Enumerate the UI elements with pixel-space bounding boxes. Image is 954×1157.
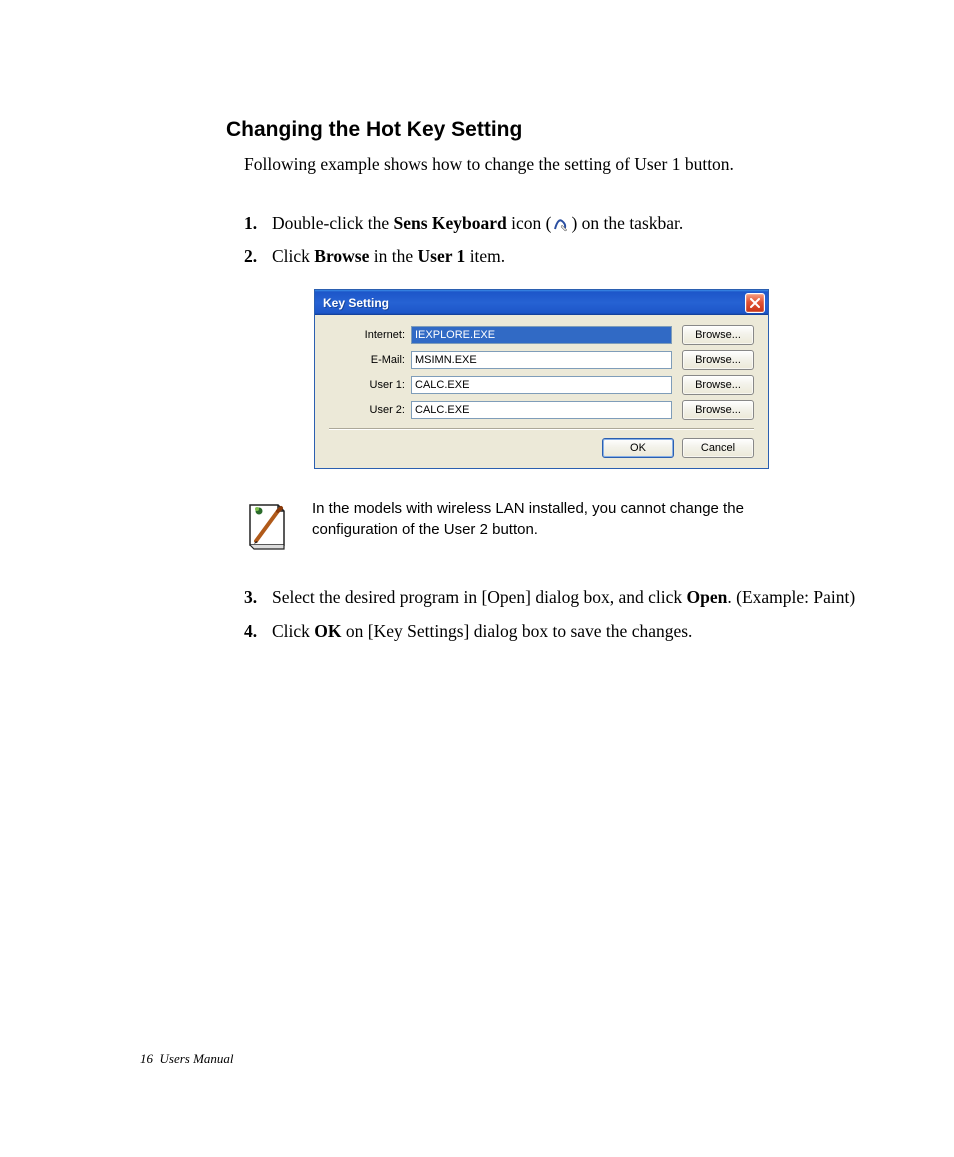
field-label: User 2: <box>329 404 411 416</box>
step-text: in the <box>369 246 417 266</box>
step-text: on [Key Settings] dialog box to save the… <box>342 621 693 641</box>
step-text: . (Example: Paint) <box>727 587 855 607</box>
step-2: 2. Click Browse in the User 1 item. <box>244 244 862 269</box>
intro-paragraph: Following example shows how to change th… <box>244 152 862 177</box>
key-setting-dialog: Key Setting Internet: Browse... E-Mail: … <box>314 289 769 469</box>
step-text: icon ( <box>507 213 552 233</box>
note-block: In the models with wireless LAN installe… <box>244 499 862 551</box>
step-bold: User 1 <box>418 246 466 266</box>
field-label: E-Mail: <box>329 354 411 366</box>
page-number: 16 <box>140 1051 153 1066</box>
footer-label: Users Manual <box>160 1051 234 1066</box>
step-text: ) on the taskbar. <box>571 213 683 233</box>
cancel-button[interactable]: Cancel <box>682 438 754 458</box>
user2-field[interactable] <box>411 401 672 419</box>
step-text: Double-click the <box>272 213 393 233</box>
row-email: E-Mail: Browse... <box>329 350 754 370</box>
row-user2: User 2: Browse... <box>329 400 754 420</box>
dialog-titlebar: Key Setting <box>315 290 768 315</box>
step-number: 2. <box>244 244 272 269</box>
sens-keyboard-icon <box>551 215 571 233</box>
step-text: Select the desired program in [Open] dia… <box>272 587 687 607</box>
ok-button[interactable]: OK <box>602 438 674 458</box>
step-4: 4. Click OK on [Key Settings] dialog box… <box>244 619 862 644</box>
note-icon <box>244 499 290 551</box>
step-text: Click <box>272 621 314 641</box>
browse-button[interactable]: Browse... <box>682 375 754 395</box>
step-number: 1. <box>244 211 272 236</box>
browse-button[interactable]: Browse... <box>682 325 754 345</box>
step-bold: Open <box>687 587 728 607</box>
email-field[interactable] <box>411 351 672 369</box>
dialog-title: Key Setting <box>323 296 745 310</box>
step-bold: Browse <box>314 246 369 266</box>
separator <box>329 428 754 430</box>
browse-button[interactable]: Browse... <box>682 350 754 370</box>
step-text: Click <box>272 246 314 266</box>
internet-field[interactable] <box>411 326 672 344</box>
note-text: In the models with wireless LAN installe… <box>312 499 832 540</box>
step-1: 1. Double-click the Sens Keyboard icon (… <box>244 211 862 236</box>
step-number: 3. <box>244 585 272 610</box>
page-footer: 16 Users Manual <box>140 1051 234 1067</box>
step-number: 4. <box>244 619 272 644</box>
row-user1: User 1: Browse... <box>329 375 754 395</box>
close-button[interactable] <box>745 293 765 313</box>
step-3: 3. Select the desired program in [Open] … <box>244 585 862 610</box>
row-internet: Internet: Browse... <box>329 325 754 345</box>
step-bold: OK <box>314 621 341 641</box>
step-bold: Sens Keyboard <box>393 213 506 233</box>
section-heading: Changing the Hot Key Setting <box>226 118 862 142</box>
browse-button[interactable]: Browse... <box>682 400 754 420</box>
user1-field[interactable] <box>411 376 672 394</box>
field-label: User 1: <box>329 379 411 391</box>
step-text: item. <box>465 246 505 266</box>
field-label: Internet: <box>329 329 411 341</box>
